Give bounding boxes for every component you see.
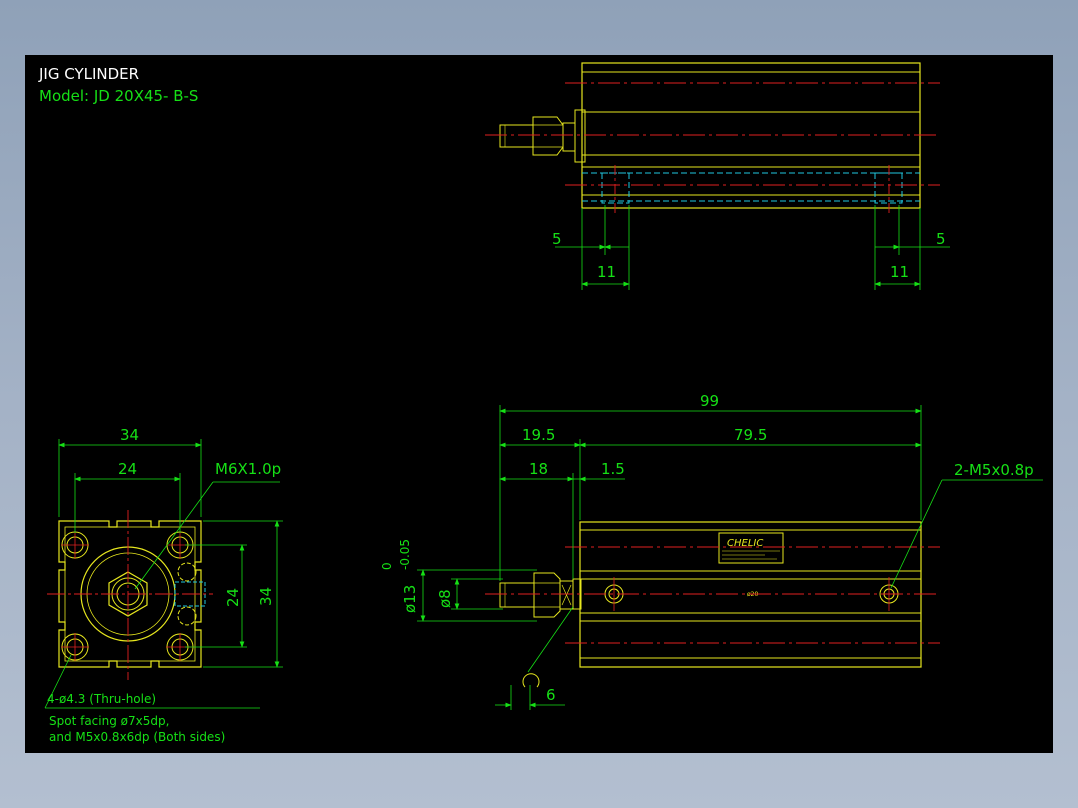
front-thread-label: M6X1.0p <box>215 460 281 478</box>
top-dim-left-5: 5 <box>552 230 562 248</box>
side-view: CHELIC ø20 99 19.5 79.5 18 1.5 2-M5x0.8p… <box>380 392 1043 710</box>
front-spot-note-1: Spot facing ø7x5dp, <box>49 714 169 728</box>
top-body <box>581 62 921 209</box>
side-dim-79-5: 79.5 <box>734 426 767 444</box>
side-tol-upper: 0 <box>380 562 394 570</box>
top-view: 5 11 5 11 <box>485 62 950 290</box>
top-dim-left-11: 11 <box>597 263 616 281</box>
top-dim-right-11: 11 <box>890 263 909 281</box>
title-line1: JIG CYLINDER <box>38 65 139 83</box>
front-view: 34 24 M6X1.0p 24 34 4-ø4.3 (Thru-hole) S… <box>44 426 283 744</box>
side-dim-1-5: 1.5 <box>601 460 625 478</box>
drawing-canvas: JIG CYLINDER Model: JD 20X45- B-S 5 11 5… <box>25 55 1053 753</box>
side-tiny-mark: ø20 <box>747 591 758 598</box>
top-dim-right-5: 5 <box>936 230 946 248</box>
side-dim-18: 18 <box>529 460 548 478</box>
side-dim-dia13: ø13 <box>401 585 419 613</box>
title-line2: Model: JD 20X45- B-S <box>39 87 198 105</box>
side-tol-lower: -0.05 <box>398 539 412 570</box>
side-dim-19-5: 19.5 <box>522 426 555 444</box>
cad-drawing: JIG CYLINDER Model: JD 20X45- B-S 5 11 5… <box>38 62 1043 744</box>
side-port-label: 2-M5x0.8p <box>954 461 1034 479</box>
front-dim-24-height: 24 <box>224 588 242 607</box>
front-dim-34-width: 34 <box>120 426 139 444</box>
side-dim-99: 99 <box>700 392 719 410</box>
front-dim-34-height: 34 <box>257 587 275 606</box>
side-dim-dia8: ø8 <box>436 589 454 608</box>
front-dim-24-width: 24 <box>118 460 137 478</box>
front-spot-note-2: and M5x0.8x6dp (Both sides) <box>49 730 225 744</box>
front-hole-note: 4-ø4.3 (Thru-hole) <box>47 692 156 706</box>
side-dim-6: 6 <box>546 686 556 704</box>
